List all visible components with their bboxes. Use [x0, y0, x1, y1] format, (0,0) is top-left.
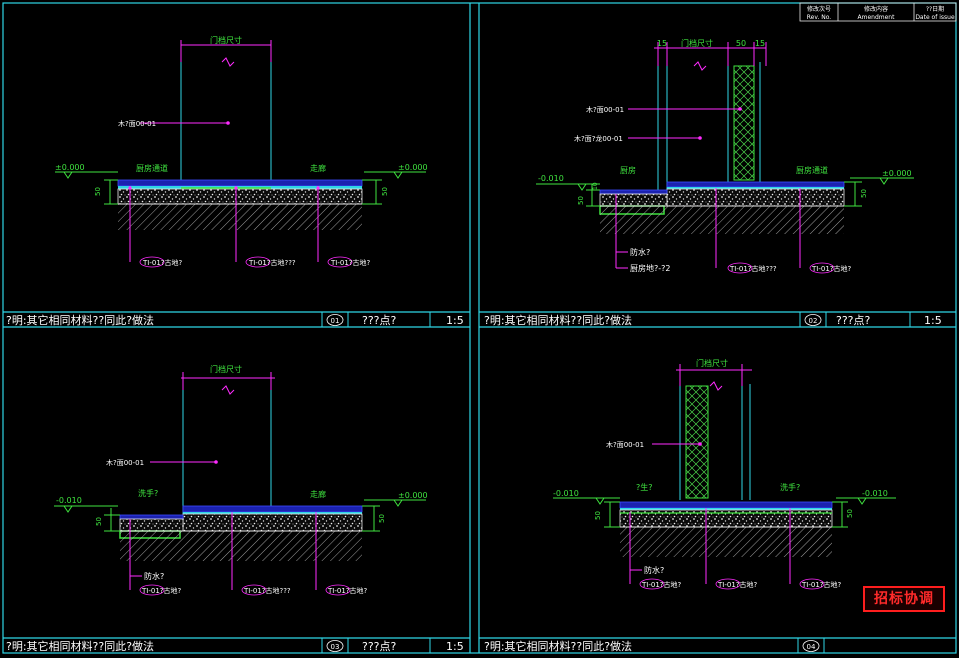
- tag-04-a: TI-01?古地?: [641, 580, 681, 589]
- scale-03: 1:5: [446, 640, 464, 653]
- rev-no-en: Rev. No.: [807, 14, 832, 21]
- dim-side-02-right: 50: [860, 189, 868, 198]
- tag-04-c: TI-01?古地?: [801, 580, 841, 589]
- level-right-04: -0.010: [862, 489, 888, 498]
- tag-01-b: TI-01?古地???: [248, 258, 296, 267]
- side-tag-03: 防水?: [144, 571, 164, 581]
- material-label-04: 木?面00-01: [606, 440, 644, 449]
- dim-top-02: 门档尺寸: [681, 38, 713, 48]
- panel-01: 门档尺寸 木?面00-01 厨房通道 走廊 ±0.000 ±0.000 50 5…: [6, 35, 464, 327]
- detail-id-03: 03: [331, 643, 340, 651]
- date-cn: ??日期: [926, 5, 944, 13]
- material-label-01: 木?面00-01: [118, 119, 156, 128]
- dim-side-04-right: 50: [846, 509, 854, 518]
- side-tag-02-b: 厨房地?-?2: [630, 263, 670, 273]
- scale-02: 1:5: [924, 314, 942, 327]
- dim-side-03-right: 50: [378, 514, 386, 523]
- dim-side-02-small: 10: [592, 182, 599, 190]
- watermark-stamp: 招标协调: [863, 586, 945, 612]
- room-left-03: 洗手?: [138, 488, 158, 498]
- dim-small-02-a: 15: [657, 39, 667, 48]
- tag-02-a: TI-01?古地???: [729, 264, 777, 273]
- room-right-04: 洗手?: [780, 482, 800, 492]
- side-tag-02-a: 防水?: [630, 247, 650, 257]
- panel-03: 门档尺寸 木?面00-01 洗手? 走廊 -0.010 ±0.000 50 50…: [6, 364, 464, 653]
- title-note-03: ?明:其它相同材料??同此?做法: [6, 639, 154, 653]
- level-right-01: ±0.000: [398, 163, 428, 172]
- level-left-01: ±0.000: [55, 163, 85, 172]
- dim-top-03: 门档尺寸: [210, 364, 242, 374]
- level-right-02: ±0.000: [882, 169, 912, 178]
- title-note-01: ?明:其它相同材料??同此?做法: [6, 313, 154, 327]
- tag-03-c: TI-01?古地?: [141, 586, 181, 595]
- detail-name-03: ???点?: [362, 640, 397, 653]
- amendment-cn: 修改内容: [864, 5, 888, 13]
- scale-01: 1:5: [446, 314, 464, 327]
- title-note-02: ?明:其它相同材料??同此?做法: [484, 313, 632, 327]
- dim-top-01: 门档尺寸: [210, 35, 242, 45]
- material-label-03: 木?面00-01: [106, 458, 144, 467]
- room-right-03: 走廊: [310, 489, 326, 499]
- room-right-01: 走廊: [310, 163, 326, 173]
- panel-02: 门档尺寸 15 50 15 木?面00-01 木?面?龙00-01 厨房 厨房通…: [484, 38, 942, 327]
- detail-id-04: 04: [807, 643, 816, 651]
- rev-no-cn: 修改次号: [807, 5, 831, 13]
- panel-04: 门档尺寸 木?面00-01 ?生? 洗手? -0.010 -0.010 50 5…: [484, 358, 896, 653]
- tag-03-a: TI-01?古地???: [243, 586, 291, 595]
- dim-side-04-left: 50: [594, 511, 602, 520]
- room-right-02: 厨房通道: [796, 165, 828, 175]
- dim-side-01-right: 50: [381, 187, 389, 196]
- level-left-02: -0.010: [538, 174, 564, 183]
- detail-id-01: 01: [331, 317, 340, 325]
- tag-01-c: TI-01?古地?: [330, 258, 370, 267]
- level-left-04: -0.010: [553, 489, 579, 498]
- material-label-02-a: 木?面00-01: [586, 105, 624, 114]
- dim-side-01-left: 50: [94, 187, 102, 196]
- date-en: Date of issue: [915, 14, 955, 21]
- tag-03-b: TI-01?古地?: [327, 586, 367, 595]
- tag-02-b: TI-01?古地?: [811, 264, 851, 273]
- title-note-04: ?明:其它相同材料??同此?做法: [484, 639, 632, 653]
- level-left-03: -0.010: [56, 496, 82, 505]
- dim-side-02-left: 50: [577, 196, 585, 205]
- tag-04-b: TI-01?古地?: [717, 580, 757, 589]
- tag-01-a: TI-01?古地?: [142, 258, 182, 267]
- dim-small-02-b: 50: [736, 39, 746, 48]
- room-left-04: ?生?: [636, 482, 653, 492]
- room-left-02: 厨房: [620, 165, 636, 175]
- side-tag-04: 防水?: [644, 565, 664, 575]
- dim-side-03-left: 50: [95, 517, 103, 526]
- revision-table: 修改次号 Rev. No. 修改内容 Amendment ??日期 Date o…: [799, 2, 957, 22]
- detail-name-02: ???点?: [836, 314, 871, 327]
- room-left-01: 厨房通道: [136, 163, 168, 173]
- level-right-03: ±0.000: [398, 491, 428, 500]
- cad-drawing: 修改次号 Rev. No. 修改内容 Amendment ??日期 Date o…: [2, 2, 957, 654]
- dim-small-02-c: 15: [755, 39, 765, 48]
- material-label-02-b: 木?面?龙00-01: [574, 134, 623, 143]
- amendment-en: Amendment: [858, 14, 896, 21]
- detail-id-02: 02: [809, 317, 818, 325]
- dim-top-04: 门档尺寸: [696, 358, 728, 368]
- detail-name-01: ???点?: [362, 314, 397, 327]
